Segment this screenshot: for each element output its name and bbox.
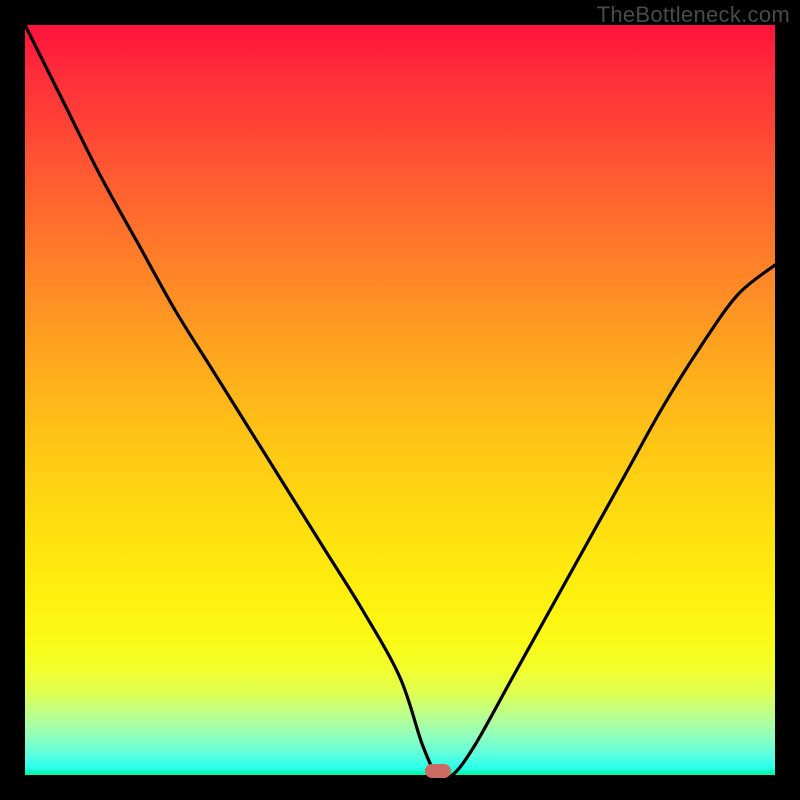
chart-frame: TheBottleneck.com [0,0,800,800]
watermark-text: TheBottleneck.com [597,2,790,28]
plot-area [25,25,775,775]
bottleneck-curve [25,25,775,775]
optimal-marker [425,764,451,778]
